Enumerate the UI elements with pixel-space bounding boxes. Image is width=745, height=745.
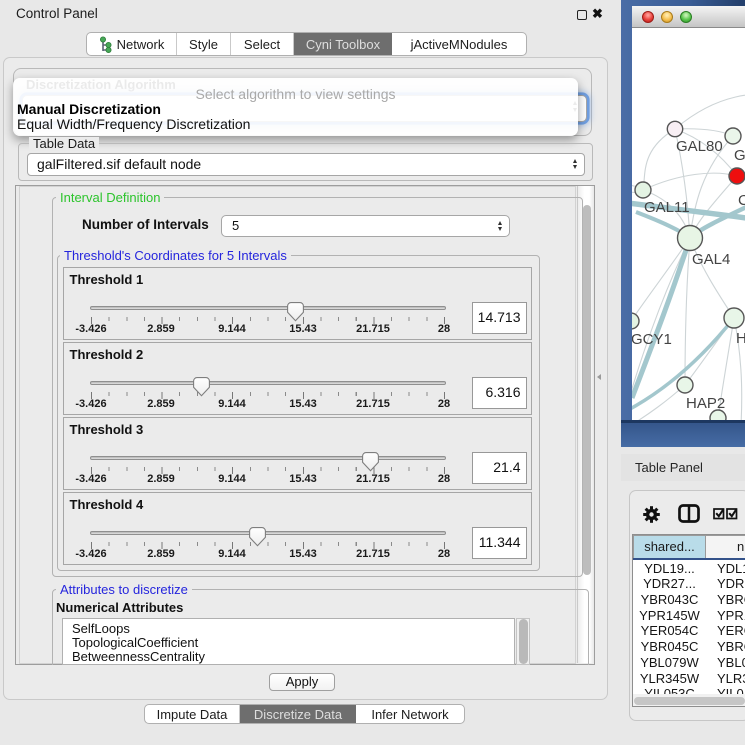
svg-text:GCY1: GCY1 (632, 331, 672, 348)
svg-text:C: C (738, 192, 745, 209)
svg-text:H: H (736, 330, 745, 347)
svg-text:GAL4: GAL4 (692, 251, 730, 268)
svg-text:HAP2: HAP2 (686, 395, 725, 412)
svg-text:GAL80: GAL80 (676, 138, 723, 155)
svg-text:GA: GA (734, 147, 745, 164)
svg-text:GAL11: GAL11 (644, 199, 690, 216)
